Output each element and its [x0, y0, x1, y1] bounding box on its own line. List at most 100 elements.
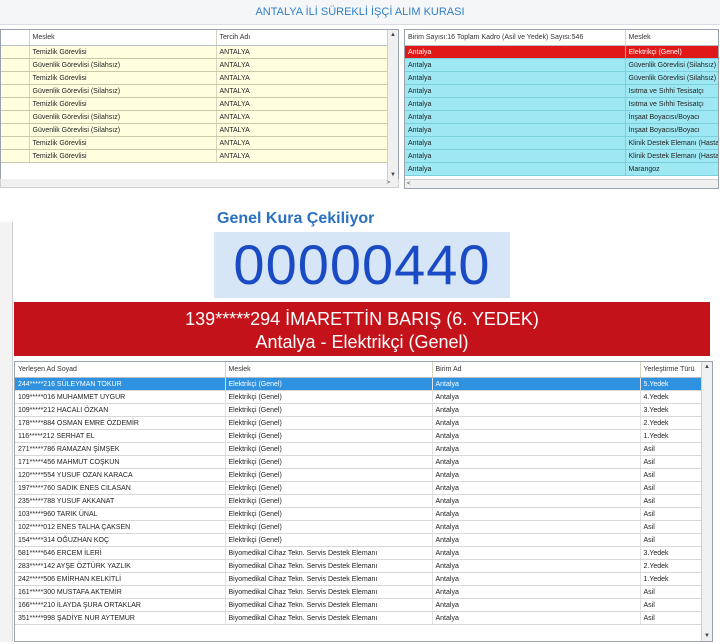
placement-row[interactable]: 283*****142 AYŞE ÖZTÜRK YAZLIK Biyomedika… [15, 559, 703, 573]
winner-unit: Antalya - Elektrikçi (Genel) [255, 332, 469, 352]
unit-row[interactable]: Antalya İnşaat Boyacısı/Boyacı [405, 110, 718, 124]
cell-yerlestirme-turu: Asil [640, 481, 703, 495]
unit-row[interactable]: Antalya Güvenlik Görevlisi (Silahsız) [405, 58, 718, 72]
cell-birim-ad: Antalya [432, 611, 641, 625]
placement-row[interactable]: 581*****646 ERCEM İLERİ Biyomedikal Cihaz… [15, 546, 703, 560]
header-ad-soyad[interactable]: Yerleşen Ad Soyad [15, 362, 226, 378]
left-scrollbar[interactable] [0, 222, 13, 642]
scroll-right-icon[interactable]: > [386, 179, 390, 187]
placement-row[interactable]: 171*****456 MAHMUT COŞKUN Elektrikçi (Gen… [15, 455, 703, 469]
cell-meslek: Biyomedikal Cihaz Tekn. Servis Destek El… [225, 559, 433, 573]
cell-meslek: Klinik Destek Elemanı (Hastane) [625, 136, 718, 150]
cell-birim-ad: Antalya [432, 481, 641, 495]
header-meslek[interactable]: Meslek [29, 30, 217, 46]
placement-row[interactable]: 102*****012 ENES TALHA ÇAKSEN Elektrikçi … [15, 520, 703, 534]
cell-birim-ad: Antalya [432, 546, 641, 560]
header-meslek[interactable]: Meslek [225, 362, 433, 378]
preference-row[interactable]: Güvenlik Görevlisi (Silahsız) ANTALYA [1, 110, 389, 124]
cell-meslek: Elektrikçi (Genel) [225, 416, 433, 430]
preference-grid[interactable]: Meslek Tercih Adı Temizlik Görevlisi ANTA… [0, 29, 399, 181]
placement-row[interactable]: 242*****506 EMİRHAN KELKİTLİ Biyomedikal … [15, 572, 703, 586]
placement-row[interactable]: 103*****960 TARIK ÜNAL Elektrikçi (Genel)… [15, 507, 703, 521]
placement-row[interactable]: 351*****998 ŞADİYE NUR AYTEMUR Biyomedika… [15, 611, 703, 625]
unit-row[interactable]: AntalyaKlinik Destek Elemanı (Hastane) [405, 136, 718, 150]
cell-meslek: Elektrikçi (Genel) [225, 494, 433, 508]
placement-row[interactable]: 161*****300 MUSTAFA AKTEMİR Biyomedikal C… [15, 585, 703, 599]
cell-yerlestirme-turu: Asil [640, 585, 703, 599]
unit-row[interactable]: Antalya Elektrikçi (Genel) [405, 45, 718, 59]
vertical-scrollbar[interactable]: ▲ ▼ [701, 362, 712, 641]
cell-birim-ad: Antalya [432, 572, 641, 586]
scroll-left-icon[interactable]: < [407, 180, 411, 188]
cell-yerlestirme-turu: 1.Yedek [640, 572, 703, 586]
cell-meslek: Temizlik Görevlisi [29, 149, 217, 163]
cell-birim: Antalya [405, 58, 626, 72]
row-indicator[interactable] [1, 71, 30, 85]
unit-row[interactable]: Antalya Marangoz [405, 162, 718, 176]
preference-row[interactable]: Temizlik Görevlisi ANTALYA [1, 136, 389, 150]
cell-tercih-adi: ANTALYA [216, 123, 389, 137]
unit-row[interactable]: Antalya İnşaat Boyacısı/Boyacı [405, 123, 718, 137]
row-indicator[interactable] [1, 136, 30, 150]
scroll-up-icon[interactable]: ▲ [702, 362, 712, 372]
placement-row[interactable]: 178*****884 OSMAN EMRE ÖZDEMİR Elektrikçi… [15, 416, 703, 430]
row-indicator[interactable] [1, 97, 30, 111]
placement-row[interactable]: 271*****786 RAMAZAN ŞİMŞEK Elektrikçi (Ge… [15, 442, 703, 456]
cell-meslek: Temizlik Görevlisi [29, 71, 217, 85]
row-indicator[interactable] [1, 123, 30, 137]
preference-row[interactable]: Güvenlik Görevlisi (Silahsız) ANTALYA [1, 58, 389, 72]
cell-meslek: Elektrikçi (Genel) [225, 390, 433, 404]
cell-tercih-adi: ANTALYA [216, 84, 389, 98]
header-birim-sayisi[interactable]: Birim Sayısı:16 Toplam Kadro (Asil ve Ye… [405, 30, 626, 46]
cell-birim: Antalya [405, 149, 626, 163]
row-indicator[interactable] [1, 58, 30, 72]
preference-row[interactable]: Temizlik Görevlisi ANTALYA [1, 149, 389, 163]
placement-row[interactable]: 120*****554 YUSUF OZAN KARACA Elektrikçi … [15, 468, 703, 482]
cell-meslek: Biyomedikal Cihaz Tekn. Servis Destek El… [225, 611, 433, 625]
placement-row[interactable]: 197*****760 SADIK ENES CILASAN Elektrikçi… [15, 481, 703, 495]
preference-row[interactable]: Güvenlik Görevlisi (Silahsız) ANTALYA [1, 123, 389, 137]
cell-meslek: Elektrikçi (Genel) [225, 403, 433, 417]
scroll-down-icon[interactable]: ▼ [702, 631, 712, 641]
row-indicator[interactable] [1, 110, 30, 124]
unit-grid[interactable]: Birim Sayısı:16 Toplam Kadro (Asil ve Ye… [404, 29, 719, 189]
unit-row[interactable]: AntalyaKlinik Destek Elemanı (Hastane) [405, 149, 718, 163]
preference-row[interactable]: Temizlik Görevlisi ANTALYA [1, 45, 389, 59]
unit-row[interactable]: Antalya Isıtma ve Sıhhi Tesisatçı [405, 97, 718, 111]
horizontal-scrollbar[interactable]: > [0, 179, 399, 188]
scroll-up-icon[interactable]: ▲ [388, 30, 398, 40]
vertical-scrollbar[interactable]: ▲ ▼ [387, 30, 398, 180]
placement-row[interactable]: 235*****788 YUSUF AKKANAT Elektrikçi (Gen… [15, 494, 703, 508]
preference-row[interactable]: Temizlik Görevlisi ANTALYA [1, 97, 389, 111]
preference-grid-header: Meslek Tercih Adı [1, 30, 389, 46]
horizontal-scrollbar[interactable]: < [405, 179, 718, 188]
placement-row[interactable]: 116*****212 SERHAT EL Elektrikçi (Genel) A… [15, 429, 703, 443]
placement-grid[interactable]: Yerleşen Ad Soyad Meslek Birim Ad Yerleş… [14, 361, 713, 642]
header-birim-ad[interactable]: Birim Ad [432, 362, 641, 378]
placement-row[interactable]: 166*****210 İLAYDA ŞURA ORTAKLAR Biyomedi… [15, 598, 703, 612]
row-indicator[interactable] [1, 149, 30, 163]
cell-birim: Antalya [405, 84, 626, 98]
row-indicator[interactable] [1, 84, 30, 98]
cell-tercih-adi: ANTALYA [216, 58, 389, 72]
cell-ad-soyad: 178*****884 OSMAN EMRE ÖZDEMİR [15, 416, 226, 430]
placement-row[interactable]: 109*****016 MUHAMMET UYGUR Elektrikçi (Ge… [15, 390, 703, 404]
placement-row[interactable]: 244*****216 SÜLEYMAN TOKUR Elektrikçi (Ge… [15, 377, 703, 391]
cell-meslek: Elektrikçi (Genel) [225, 377, 433, 391]
row-indicator[interactable] [1, 45, 30, 59]
placement-row[interactable]: 109*****212 HACALI ÖZKAN Elektrikçi (Gene… [15, 403, 703, 417]
cell-yerlestirme-turu: Asil [640, 507, 703, 521]
preference-row[interactable]: Temizlik Görevlisi ANTALYA [1, 71, 389, 85]
unit-row[interactable]: Antalya Isıtma ve Sıhhi Tesisatçı [405, 84, 718, 98]
header-tercih-adi[interactable]: Tercih Adı [216, 30, 389, 46]
cell-meslek: Temizlik Görevlisi [29, 45, 217, 59]
cell-birim-ad: Antalya [432, 455, 641, 469]
cell-meslek: Güvenlik Görevlisi (Silahsız) [29, 84, 217, 98]
unit-row[interactable]: Antalya Güvenlik Görevlisi (Silahsız) [405, 71, 718, 85]
cell-meslek: Güvenlik Görevlisi (Silahsız) [625, 58, 718, 72]
header-yerlestirme-turu[interactable]: Yerleştirme Türü [640, 362, 703, 378]
preference-row[interactable]: Güvenlik Görevlisi (Silahsız) ANTALYA [1, 84, 389, 98]
header-meslek[interactable]: Meslek [625, 30, 718, 46]
placement-row[interactable]: 154*****314 OĞUZHAN KOÇ Elektrikçi (Genel… [15, 533, 703, 547]
cell-ad-soyad: 283*****142 AYŞE ÖZTÜRK YAZLIK [15, 559, 226, 573]
